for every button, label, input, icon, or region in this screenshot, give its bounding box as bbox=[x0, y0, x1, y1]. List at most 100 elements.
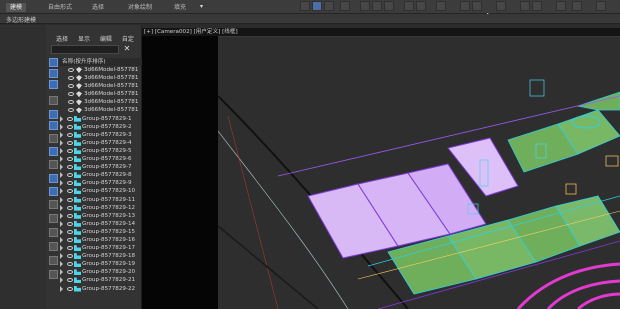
frozen-filter-icon[interactable] bbox=[49, 228, 58, 237]
cameras-filter-icon[interactable] bbox=[49, 134, 58, 143]
visibility-eye-icon[interactable] bbox=[67, 132, 73, 137]
geometry-filter-icon[interactable] bbox=[49, 96, 58, 105]
expand-arrow-icon[interactable] bbox=[60, 277, 63, 284]
scale-tool-icon[interactable] bbox=[340, 1, 350, 11]
visibility-eye-icon[interactable] bbox=[67, 229, 73, 234]
visibility-eye-icon[interactable] bbox=[67, 148, 73, 153]
select-tool-icon[interactable] bbox=[300, 1, 310, 11]
expand-arrow-icon[interactable] bbox=[60, 180, 63, 187]
expand-arrow-icon[interactable] bbox=[60, 147, 63, 154]
group-list-item[interactable]: Group-8577829-16 bbox=[59, 236, 142, 244]
visibility-eye-icon[interactable] bbox=[67, 181, 73, 186]
menu-select[interactable]: 选择 bbox=[56, 36, 68, 43]
model-list-item[interactable]: 3d66Model-857781 bbox=[59, 90, 142, 98]
visibility-eye-icon[interactable] bbox=[67, 173, 73, 178]
percent-snap-icon[interactable] bbox=[384, 1, 394, 11]
group-list-item[interactable]: Group-8577829-20 bbox=[59, 268, 142, 276]
group-list-item[interactable]: Group-8577829-12 bbox=[59, 204, 142, 212]
visibility-eye-icon[interactable] bbox=[68, 100, 74, 105]
expand-arrow-icon[interactable] bbox=[60, 172, 63, 179]
filter-funnel-icon[interactable] bbox=[49, 256, 58, 265]
visibility-eye-icon[interactable] bbox=[67, 157, 73, 162]
menu-display[interactable]: 显示 bbox=[78, 36, 90, 43]
expand-arrow-icon[interactable] bbox=[60, 212, 63, 219]
group-list-item[interactable]: Group-8577829-11 bbox=[59, 196, 142, 204]
visibility-eye-icon[interactable] bbox=[67, 270, 73, 275]
tab-freeform[interactable]: 自由形式 bbox=[44, 3, 76, 12]
render-frame-icon[interactable] bbox=[532, 1, 542, 11]
display-none-icon[interactable] bbox=[49, 58, 58, 67]
expand-arrow-icon[interactable] bbox=[60, 245, 63, 252]
render-cloud-icon[interactable] bbox=[572, 1, 582, 11]
render-icon[interactable] bbox=[556, 1, 566, 11]
viewport-label[interactable]: [+] [Camera002] [用户定义] [线框] bbox=[144, 28, 238, 36]
model-list-item[interactable]: 3d66Model-857781 bbox=[59, 98, 142, 106]
visibility-eye-icon[interactable] bbox=[67, 221, 73, 226]
visibility-eye-icon[interactable] bbox=[68, 76, 74, 81]
angle-snap-icon[interactable] bbox=[372, 1, 382, 11]
display-invert-icon[interactable] bbox=[49, 80, 58, 89]
visibility-eye-icon[interactable] bbox=[68, 92, 74, 97]
visibility-eye-icon[interactable] bbox=[67, 254, 73, 259]
curve-editor-icon[interactable] bbox=[460, 1, 470, 11]
visibility-eye-icon[interactable] bbox=[67, 165, 73, 170]
group-list-item[interactable]: Group-8577829-6 bbox=[59, 155, 142, 163]
group-list-item[interactable]: Group-8577829-22 bbox=[59, 285, 142, 293]
expand-arrow-icon[interactable] bbox=[60, 236, 63, 243]
groups-filter-icon[interactable] bbox=[49, 174, 58, 183]
schematic-icon[interactable] bbox=[472, 1, 482, 11]
visibility-eye-icon[interactable] bbox=[67, 140, 73, 145]
close-icon[interactable]: ✕ bbox=[122, 44, 132, 54]
hidden-filter-icon[interactable] bbox=[49, 242, 58, 251]
tab-object-paint[interactable]: 对象绘制 bbox=[124, 3, 156, 12]
visibility-eye-icon[interactable] bbox=[67, 205, 73, 210]
rotate-tool-icon[interactable] bbox=[324, 1, 334, 11]
model-list-item[interactable]: 3d66Model-857781 bbox=[59, 74, 142, 82]
group-list-item[interactable]: Group-8577829-10 bbox=[59, 187, 142, 195]
render-setup-icon[interactable] bbox=[520, 1, 530, 11]
mirror-icon[interactable] bbox=[404, 1, 414, 11]
visibility-eye-icon[interactable] bbox=[68, 108, 74, 113]
expand-arrow-icon[interactable] bbox=[60, 204, 63, 211]
group-list-item[interactable]: Group-8577829-17 bbox=[59, 244, 142, 252]
shapes-filter-icon[interactable] bbox=[49, 110, 58, 119]
expand-arrow-icon[interactable] bbox=[60, 139, 63, 146]
search-input[interactable] bbox=[51, 45, 119, 54]
tab-modeling[interactable]: 建模 bbox=[6, 3, 27, 12]
model-list-item[interactable]: 3d66Model-857781 bbox=[59, 82, 142, 90]
visibility-eye-icon[interactable] bbox=[68, 68, 74, 72]
group-list-item[interactable]: Group-8577829-5 bbox=[59, 147, 142, 155]
visibility-eye-icon[interactable] bbox=[67, 197, 73, 202]
expand-arrow-icon[interactable] bbox=[60, 261, 63, 268]
expand-arrow-icon[interactable] bbox=[60, 285, 63, 292]
expand-arrow-icon[interactable] bbox=[60, 253, 63, 260]
visibility-eye-icon[interactable] bbox=[67, 124, 73, 129]
dropdown-icon[interactable]: ▾ bbox=[200, 3, 203, 10]
group-list-item[interactable]: Group-8577829-19 bbox=[59, 260, 142, 268]
visibility-eye-icon[interactable] bbox=[67, 262, 73, 267]
visibility-eye-icon[interactable] bbox=[67, 116, 73, 121]
visibility-eye-icon[interactable] bbox=[67, 286, 73, 291]
group-list-item[interactable]: Group-8577829-13 bbox=[59, 212, 142, 220]
visibility-eye-icon[interactable] bbox=[67, 189, 73, 194]
material-editor-icon[interactable] bbox=[496, 1, 506, 11]
model-list-item[interactable]: 3d66Model-857781 bbox=[59, 106, 142, 114]
column-header-name[interactable]: 名称(按升序排序) bbox=[59, 58, 142, 66]
helpers-filter-icon[interactable] bbox=[49, 147, 58, 156]
expand-arrow-icon[interactable] bbox=[60, 220, 63, 227]
asset-icon[interactable] bbox=[596, 1, 606, 11]
group-list-item[interactable]: Group-8577829-1 bbox=[59, 115, 142, 123]
display-all-icon[interactable] bbox=[49, 69, 58, 78]
visibility-eye-icon[interactable] bbox=[67, 213, 73, 218]
containers-filter-icon[interactable] bbox=[49, 214, 58, 223]
visibility-eye-icon[interactable] bbox=[68, 84, 74, 89]
group-list-item[interactable]: Group-8577829-9 bbox=[59, 179, 142, 187]
expand-arrow-icon[interactable] bbox=[60, 269, 63, 276]
visibility-eye-icon[interactable] bbox=[67, 246, 73, 251]
layer-icon[interactable] bbox=[436, 1, 446, 11]
model-list-item[interactable]: 3d66Model-857781 bbox=[59, 66, 142, 74]
align-icon[interactable] bbox=[416, 1, 426, 11]
bones-filter-icon[interactable] bbox=[49, 200, 58, 209]
group-list-item[interactable]: Group-8577829-18 bbox=[59, 252, 142, 260]
move-tool-icon[interactable] bbox=[312, 1, 322, 11]
